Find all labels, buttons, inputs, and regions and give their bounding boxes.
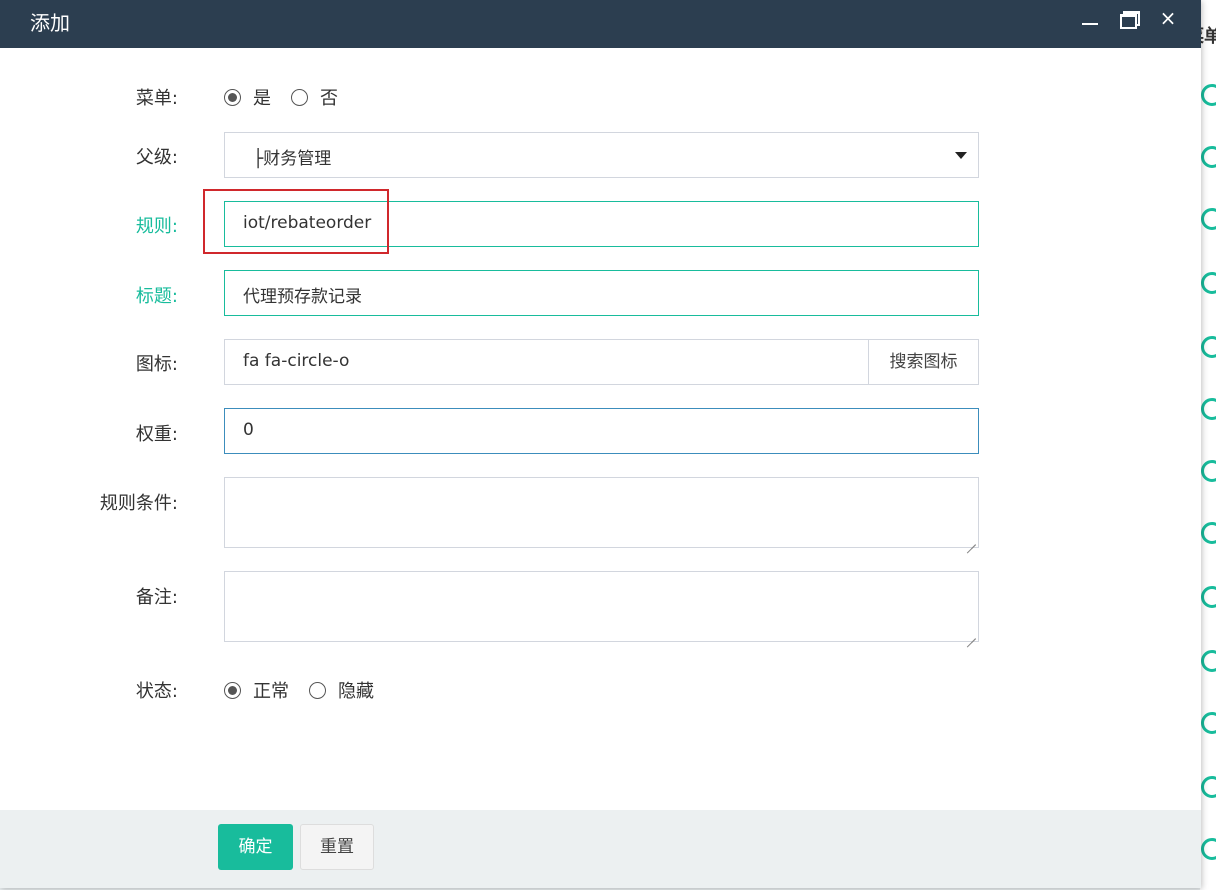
parent-select-value: 财务管理: [263, 149, 332, 169]
icon-label: 图标:: [135, 354, 178, 375]
status-hidden-label[interactable]: 隐藏: [338, 677, 374, 703]
status-radio-group: 正常 隐藏: [224, 677, 394, 703]
status-circle-icon: [1201, 208, 1216, 230]
title-label: 标题:: [135, 286, 178, 307]
status-circle-icon: [1201, 712, 1216, 734]
status-label: 状态:: [135, 681, 178, 702]
status-circle-icon: [1201, 146, 1216, 168]
rule-label: 规则:: [135, 216, 178, 237]
icon-input[interactable]: fa fa-circle-o: [224, 339, 869, 385]
status-circle-icon: [1201, 272, 1216, 294]
status-circle-icon: [1201, 776, 1216, 798]
tree-prefix: ├: [253, 149, 264, 169]
condition-textarea[interactable]: [224, 477, 979, 548]
close-icon[interactable]: ×: [1157, 8, 1179, 30]
confirm-button[interactable]: 确定: [218, 824, 293, 870]
highlight-annotation-box: [203, 189, 389, 254]
title-input-value: 代理预存款记录: [243, 287, 362, 307]
weight-label: 权重:: [135, 424, 178, 445]
dialog-titlebar[interactable]: 添加 ×: [0, 0, 1201, 48]
status-circle-icon: [1201, 522, 1216, 544]
background-column-header: 菜单: [1200, 26, 1216, 47]
status-normal-radio[interactable]: [224, 681, 241, 699]
status-hidden-radio[interactable]: [309, 681, 326, 699]
status-circle-icon: [1201, 398, 1216, 420]
status-circle-icon: [1201, 650, 1216, 672]
dialog-footer: 确定 重置: [0, 810, 1201, 888]
resize-grip-icon[interactable]: [966, 629, 976, 639]
parent-label: 父级:: [135, 147, 178, 168]
status-circle-icon: [1201, 460, 1216, 482]
menu-label: 菜单:: [135, 88, 178, 109]
caret-down-icon: [955, 152, 967, 159]
minimize-icon[interactable]: [1080, 8, 1102, 30]
menu-yes-label[interactable]: 是: [253, 84, 271, 110]
status-circle-icon: [1201, 336, 1216, 358]
maximize-icon[interactable]: [1118, 8, 1140, 30]
condition-label: 规则条件:: [99, 493, 178, 514]
resize-grip-icon[interactable]: [966, 535, 976, 545]
menu-radio-group: 是 否: [224, 84, 358, 110]
background-page-strip: 菜单: [1200, 0, 1216, 890]
search-icon-button[interactable]: 搜索图标: [868, 339, 979, 385]
parent-select[interactable]: ├财务管理: [224, 132, 979, 178]
remark-label: 备注:: [135, 587, 178, 608]
status-normal-label[interactable]: 正常: [253, 677, 289, 703]
menu-no-radio[interactable]: [291, 88, 308, 106]
status-circle-icon: [1201, 84, 1216, 106]
weight-input-value: 0: [243, 420, 254, 440]
dialog-title: 添加: [30, 11, 70, 35]
weight-input[interactable]: 0: [224, 408, 979, 454]
reset-button[interactable]: 重置: [300, 824, 374, 870]
title-input[interactable]: 代理预存款记录: [224, 270, 979, 316]
menu-yes-radio[interactable]: [224, 88, 241, 106]
status-circle-icon: [1201, 586, 1216, 608]
status-circle-icon: [1201, 838, 1216, 860]
menu-no-label[interactable]: 否: [320, 84, 338, 110]
icon-input-value: fa fa-circle-o: [243, 351, 350, 371]
add-dialog: 添加 × 菜单: 是 否 父级: ├财务管理 规则: iot/rebateord…: [0, 0, 1201, 888]
remark-textarea[interactable]: [224, 571, 979, 642]
